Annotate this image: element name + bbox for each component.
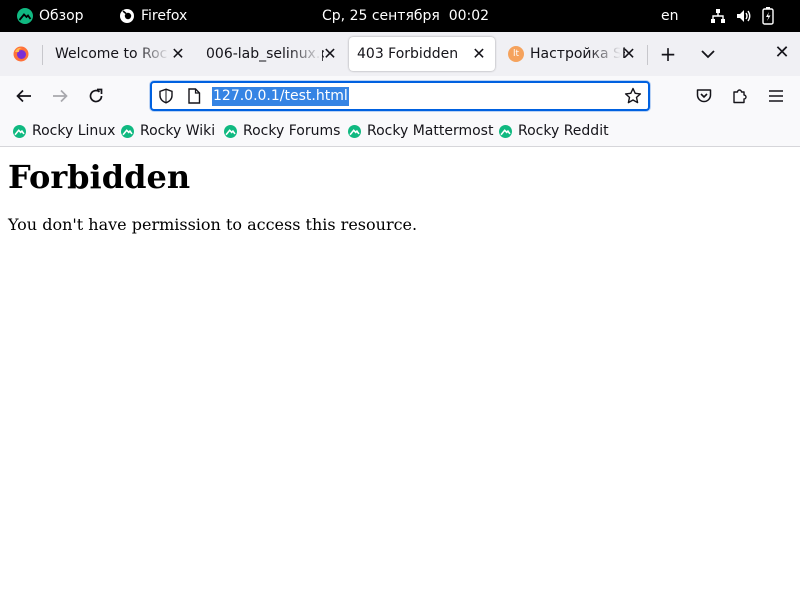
page-heading: Forbidden [8, 158, 191, 196]
bookmark-rocky-mattermost[interactable]: Rocky Mattermost [348, 122, 493, 140]
rocky-logo-icon [121, 124, 134, 138]
volume-icon [737, 10, 751, 22]
tab-title-fade [587, 37, 621, 71]
tab-strip: Welcome to Rocky Linux ✕ 006-lab_selinux… [0, 32, 800, 76]
tab-title-fade [136, 37, 170, 71]
tab-403-forbidden[interactable]: 403 Forbidden ✕ [349, 37, 495, 71]
site-favicon-icon: lt [508, 46, 524, 62]
forward-button[interactable] [48, 84, 72, 108]
firefox-icon [13, 46, 29, 62]
bookmark-label: Rocky Mattermost [367, 123, 494, 139]
network-icon [711, 9, 725, 23]
rocky-logo-icon [13, 124, 26, 138]
chevron-down-icon[interactable] [698, 45, 718, 63]
pocket-icon [696, 89, 712, 103]
url-bar[interactable]: 127.0.0.1/test.html [150, 81, 650, 111]
page-info-icon[interactable] [187, 88, 201, 104]
close-tab-icon[interactable]: ✕ [471, 46, 487, 62]
app-menu-button[interactable]: Firefox [119, 0, 187, 32]
tab-selinux-setup[interactable]: lt Настройка SELinux ✕ [500, 37, 645, 71]
firefox-app-icon [120, 9, 134, 23]
clock-text: Ср, 25 сентября 00:02 [322, 8, 490, 24]
bookmark-label: Rocky Wiki [140, 123, 216, 139]
tab-welcome[interactable]: Welcome to Rocky Linux ✕ [44, 37, 194, 71]
navigation-toolbar: 127.0.0.1/test.html [0, 76, 800, 116]
system-menu-button[interactable] [710, 0, 774, 32]
extensions-button[interactable] [728, 84, 752, 108]
back-arrow-icon [16, 89, 31, 103]
tab-separator [647, 45, 648, 65]
keyboard-layout-text: en [661, 8, 679, 24]
reload-button[interactable] [84, 84, 108, 108]
rocky-logo-icon [17, 8, 33, 24]
shield-icon[interactable] [158, 88, 174, 104]
clock[interactable]: Ср, 25 сентября 00:02 [322, 0, 489, 32]
close-tab-icon[interactable]: ✕ [170, 46, 186, 62]
new-tab-button[interactable]: + [656, 44, 680, 64]
close-tab-icon[interactable]: ✕ [621, 46, 637, 62]
app-name: Firefox [141, 8, 188, 24]
forward-arrow-icon [53, 89, 68, 103]
firefox-view-button[interactable] [4, 37, 38, 71]
close-tab-icon[interactable]: ✕ [322, 46, 338, 62]
bookmark-label: Rocky Reddit [518, 123, 609, 139]
puzzle-piece-icon [733, 89, 747, 104]
tab-title: 403 Forbidden [357, 46, 459, 62]
bookmark-label: Rocky Linux [32, 123, 116, 139]
bookmark-rocky-linux[interactable]: Rocky Linux [13, 122, 115, 140]
bookmark-label: Rocky Forums [243, 123, 341, 139]
system-top-bar: Обзор Firefox Ср, 25 сентября 00:02 en [0, 0, 800, 32]
rocky-logo-icon [224, 124, 237, 138]
bookmark-rocky-wiki[interactable]: Rocky Wiki [121, 122, 215, 140]
keyboard-layout-indicator[interactable]: en [661, 0, 679, 32]
hamburger-menu-icon [769, 90, 783, 102]
bookmark-rocky-forums[interactable]: Rocky Forums [224, 122, 340, 140]
bookmark-star-icon[interactable] [624, 87, 642, 105]
tab-title-fade [288, 37, 322, 71]
overview-label: Обзор [39, 8, 84, 24]
rocky-logo-icon [499, 124, 512, 138]
bookmarks-toolbar: Rocky Linux Rocky Wiki Rocky Forums Rock… [0, 116, 800, 147]
pocket-button[interactable] [692, 84, 716, 108]
rocky-logo-icon [348, 124, 361, 138]
bookmark-rocky-reddit[interactable]: Rocky Reddit [499, 122, 609, 140]
back-button[interactable] [12, 84, 36, 108]
battery-icon [762, 7, 774, 25]
window-close-button[interactable]: ✕ [772, 43, 792, 63]
error-message: You don't have permission to access this… [8, 215, 418, 234]
reload-icon [89, 88, 103, 103]
tab-separator [42, 45, 43, 65]
app-menu-hamburger-button[interactable] [764, 84, 788, 108]
url-text[interactable]: 127.0.0.1/test.html [212, 87, 349, 106]
activities-overview-button[interactable]: Обзор [17, 0, 84, 32]
page-content: Forbidden You don't have permission to a… [0, 148, 800, 600]
tab-selinux-pdf[interactable]: 006-lab_selinux.pdf ✕ [196, 37, 346, 71]
